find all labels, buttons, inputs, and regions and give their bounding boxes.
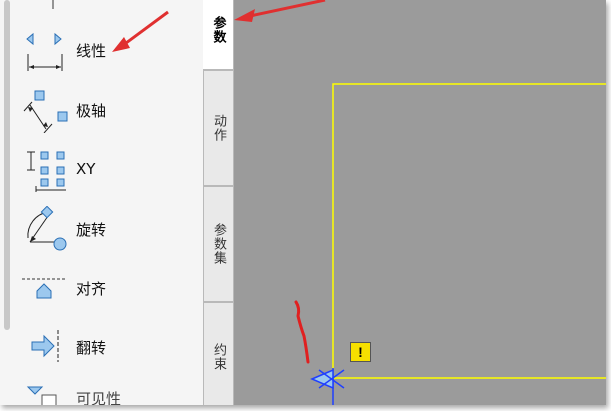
tab-label: 参数 <box>210 16 226 44</box>
partial-item-icon <box>52 0 54 9</box>
tool-label: 对齐 <box>76 279 107 298</box>
tool-alignment[interactable]: 对齐 <box>18 262 198 314</box>
tool-palette: 线性 极轴 XY 旋转 对齐 翻转 可见性 <box>0 0 203 405</box>
linear-dimension-icon <box>18 27 70 73</box>
tab-parameters[interactable]: 参数 <box>203 0 234 70</box>
tab-label: 参数集 <box>211 223 226 265</box>
tool-flip[interactable]: 翻转 <box>18 321 198 373</box>
alignment-icon <box>18 265 70 311</box>
tool-label: 旋转 <box>76 220 107 239</box>
tool-label: XY <box>76 160 96 178</box>
tab-actions[interactable]: 动作 <box>203 70 234 186</box>
polar-icon <box>18 87 70 133</box>
visibility-icon <box>18 375 70 405</box>
tool-xy[interactable]: XY <box>18 143 198 195</box>
palette-scrollbar[interactable] <box>4 0 10 330</box>
rotation-icon <box>18 206 70 252</box>
drawing-canvas[interactable] <box>234 0 606 405</box>
palette-tabs: 参数 动作 参数集 约束 <box>203 0 234 405</box>
tab-constraints[interactable]: 约束 <box>203 302 234 405</box>
tab-label: 动作 <box>211 114 226 142</box>
tool-rotation[interactable]: 旋转 <box>18 203 198 255</box>
tab-label: 约束 <box>211 343 226 371</box>
tool-label: 翻转 <box>76 338 107 357</box>
tool-label: 线性 <box>76 41 107 60</box>
tool-polar[interactable]: 极轴 <box>18 84 198 136</box>
tool-label: 极轴 <box>76 101 107 120</box>
window-frame: 线性 极轴 XY 旋转 对齐 翻转 可见性 参数 动作 参数集 约束 ! <box>0 0 606 405</box>
xy-icon <box>18 146 70 192</box>
tool-visibility[interactable]: 可见性 <box>18 372 198 405</box>
tab-parameter-sets[interactable]: 参数集 <box>203 186 234 302</box>
tool-linear[interactable]: 线性 <box>18 24 198 76</box>
flip-icon <box>18 324 70 370</box>
tool-label: 可见性 <box>76 389 122 406</box>
warning-icon[interactable]: ! <box>350 342 371 362</box>
